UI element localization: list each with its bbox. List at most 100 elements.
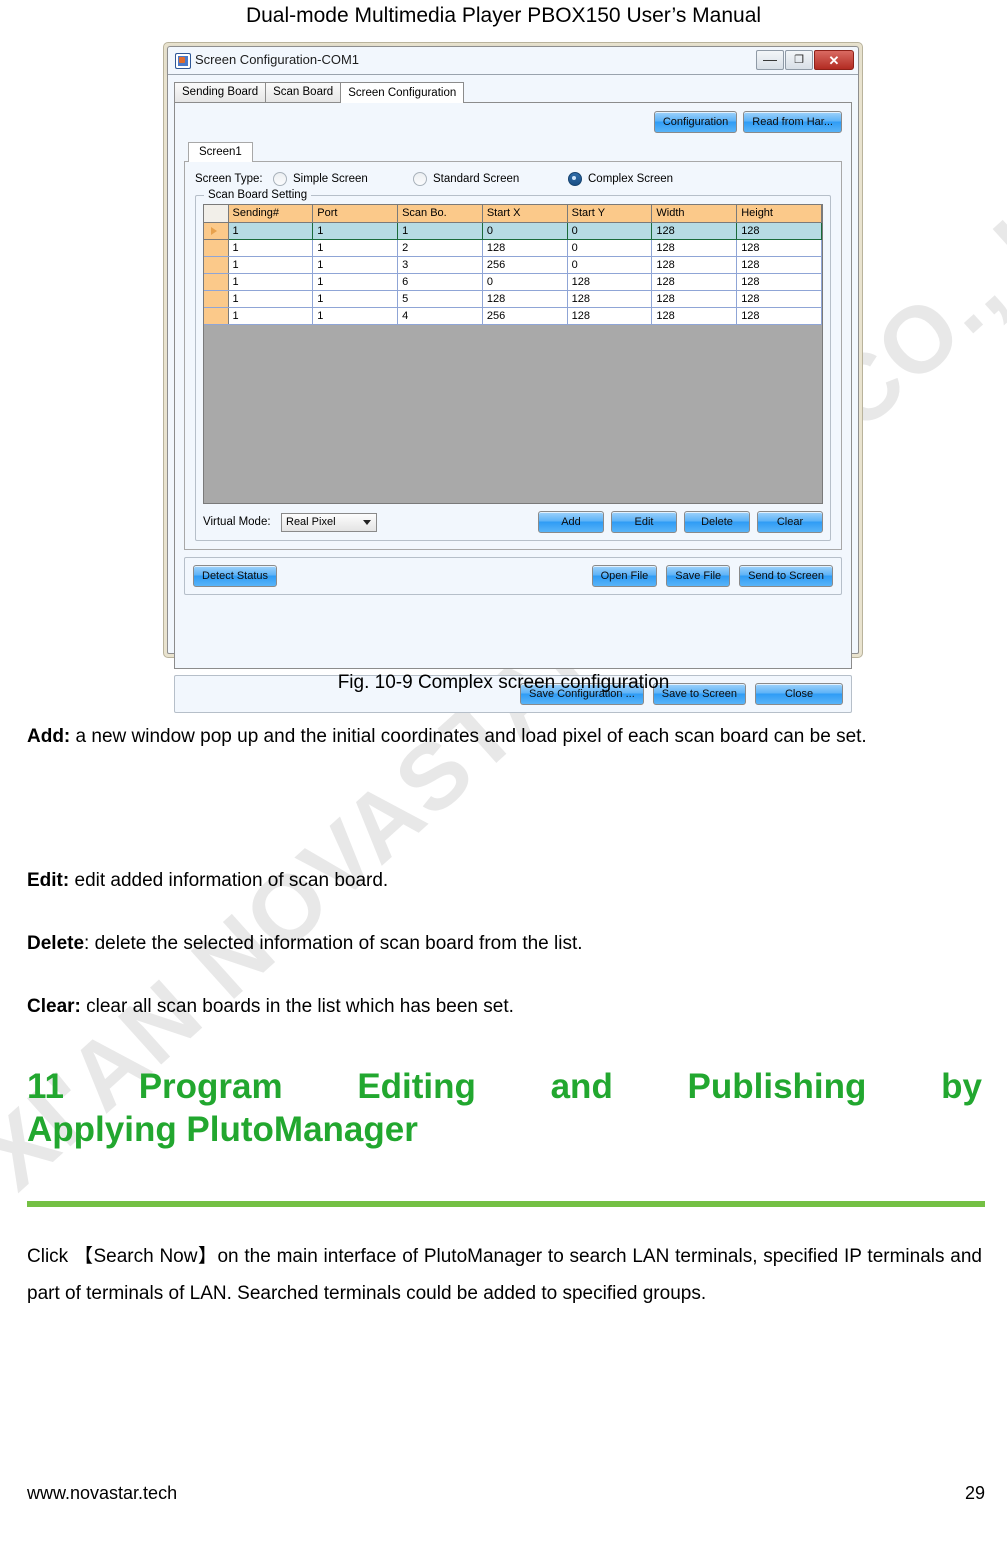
footer-url: www.novastar.tech: [27, 1483, 178, 1503]
cell-port: 1: [312, 273, 399, 291]
close-button[interactable]: ✕: [814, 50, 854, 70]
col-start-y[interactable]: Start Y: [567, 205, 653, 223]
grid-action-buttons: Add Edit Delete Clear: [538, 511, 823, 534]
paragraph-delete-text: Delete: delete the selected information …: [27, 932, 982, 956]
row-selector[interactable]: [204, 256, 229, 274]
scan-board-table: Sending# Port Scan Bo. Start X Start Y W…: [204, 205, 822, 325]
delete-button[interactable]: Delete: [684, 511, 750, 534]
cell-start-y: 128: [567, 307, 653, 325]
application-icon: [175, 53, 191, 69]
desc-edit: edit added information of scan board.: [69, 870, 389, 891]
minimize-button[interactable]: —: [756, 50, 784, 70]
cell-sending: 1: [228, 290, 314, 308]
term-add: Add:: [27, 726, 71, 747]
tab-sending-board[interactable]: Sending Board: [174, 82, 267, 102]
page-number: 29: [964, 1483, 985, 1503]
cell-sending: 1: [228, 256, 314, 274]
window-titlebar: Screen Configuration-COM1 — ❐ ✕: [168, 47, 858, 75]
cell-scan-bo: 5: [397, 290, 483, 308]
cell-height: 128: [736, 221, 822, 240]
detect-status-button[interactable]: Detect Status: [193, 565, 278, 588]
paragraph-edit-text: Edit: edit added information of scan boa…: [27, 869, 982, 893]
edit-button[interactable]: Edit: [611, 511, 677, 534]
cell-height: 128: [736, 256, 822, 274]
virtual-mode-select[interactable]: Real Pixel: [281, 512, 377, 532]
col-width[interactable]: Width: [651, 205, 738, 223]
maximize-button[interactable]: ❐: [785, 50, 813, 70]
paragraph-add-text: Add: a new window pop up and the initial…: [27, 725, 982, 749]
cell-scan-bo: 4: [397, 307, 483, 325]
send-to-screen-button[interactable]: Send to Screen: [739, 565, 833, 588]
col-start-x[interactable]: Start X: [482, 205, 568, 223]
clear-button[interactable]: Clear: [757, 511, 823, 534]
radio-simple-screen[interactable]: Simple Screen: [273, 172, 413, 187]
maximize-icon: ❐: [794, 53, 804, 66]
table-row[interactable]: 1 1 2 128 0 128 128: [204, 239, 822, 257]
read-from-hardware-button[interactable]: Read from Har...: [743, 111, 842, 134]
radio-complex-screen[interactable]: Complex Screen: [568, 172, 673, 187]
section-heading: 11 Program Editing and Publishing by App…: [27, 1066, 982, 1151]
page-footer: www.novastar.tech 29: [27, 1483, 985, 1504]
heading-word-publishing: Publishing: [687, 1067, 867, 1106]
table-row[interactable]: 1 1 1 0 0 128 128: [204, 221, 822, 240]
configuration-button[interactable]: Configuration: [653, 111, 738, 134]
section-number: 11: [27, 1067, 64, 1106]
cell-sending: 1: [228, 239, 314, 257]
row-selector[interactable]: [204, 290, 229, 308]
radio-simple-screen-icon: [273, 172, 287, 187]
add-button[interactable]: Add: [538, 511, 604, 534]
cell-port: 1: [312, 290, 399, 308]
row-selector[interactable]: [204, 273, 229, 291]
term-edit: Edit:: [27, 870, 70, 891]
row-selector[interactable]: [204, 239, 229, 257]
cell-start-y: 0: [567, 239, 653, 257]
scan-board-setting-group: Scan Board Setting Sending# Port Scan Bo…: [195, 189, 831, 542]
cell-start-x: 128: [482, 239, 568, 257]
cell-width: 128: [651, 307, 738, 325]
table-row[interactable]: 1 1 3 256 0 128 128: [204, 256, 822, 274]
heading-word-and: and: [550, 1067, 613, 1106]
row-selector[interactable]: [204, 222, 229, 240]
scan-board-grid[interactable]: Sending# Port Scan Bo. Start X Start Y W…: [203, 204, 823, 505]
radio-standard-screen-icon: [413, 172, 427, 187]
open-file-button[interactable]: Open File: [591, 565, 658, 588]
subtab-screen1[interactable]: Screen1: [188, 142, 253, 163]
cell-start-y: 0: [567, 256, 653, 274]
table-row[interactable]: 1 1 4 256 128 128 128: [204, 307, 822, 325]
table-row[interactable]: 1 1 5 128 128 128 128: [204, 290, 822, 308]
virtual-mode-row: Virtual Mode: Real Pixel Add Edit Delete…: [203, 511, 823, 534]
tab-screen-configuration[interactable]: Screen Configuration: [340, 82, 465, 103]
scan-board-setting-title: Scan Board Setting: [204, 189, 312, 202]
col-height[interactable]: Height: [736, 205, 822, 223]
paragraph-delete: Delete: delete the selected information …: [27, 932, 982, 956]
cell-start-y: 0: [566, 221, 653, 240]
cell-width: 128: [651, 273, 738, 291]
virtual-mode-label: Virtual Mode:: [203, 516, 271, 529]
main-tabstrip: Sending Board Scan Board Screen Configur…: [174, 80, 852, 103]
table-row[interactable]: 1 1 6 0 128 128 128: [204, 273, 822, 291]
cell-start-x: 256: [482, 256, 568, 274]
col-sending[interactable]: Sending#: [228, 205, 314, 223]
screen-type-label: Screen Type:: [195, 173, 263, 186]
figure-screenshot: Screen Configuration-COM1 — ❐ ✕ Sending …: [163, 42, 863, 714]
screen-subtab-strip: Screen1: [184, 141, 842, 163]
cell-sending: 1: [228, 307, 314, 325]
virtual-mode-value: Real Pixel: [286, 516, 336, 529]
cell-width: 128: [651, 221, 738, 240]
col-scan-bo[interactable]: Scan Bo.: [397, 205, 483, 223]
tab-scan-board[interactable]: Scan Board: [265, 82, 342, 102]
cell-height: 128: [736, 273, 822, 291]
cell-start-x: 0: [482, 273, 568, 291]
cell-start-y: 128: [567, 273, 653, 291]
radio-standard-screen[interactable]: Standard Screen: [413, 172, 568, 187]
top-button-row: Configuration Read from Har...: [184, 111, 842, 134]
save-file-button[interactable]: Save File: [666, 565, 731, 588]
heading-word-editing: Editing: [357, 1067, 476, 1106]
radio-complex-screen-icon: [568, 172, 582, 187]
paragraph-clear: Clear: clear all scan boards in the list…: [27, 995, 982, 1019]
col-port[interactable]: Port: [312, 205, 399, 223]
section-divider: [27, 1201, 985, 1207]
table-header-row: Sending# Port Scan Bo. Start X Start Y W…: [204, 205, 822, 223]
row-selector[interactable]: [204, 307, 229, 325]
desc-delete: : delete the selected information of sca…: [84, 933, 583, 954]
